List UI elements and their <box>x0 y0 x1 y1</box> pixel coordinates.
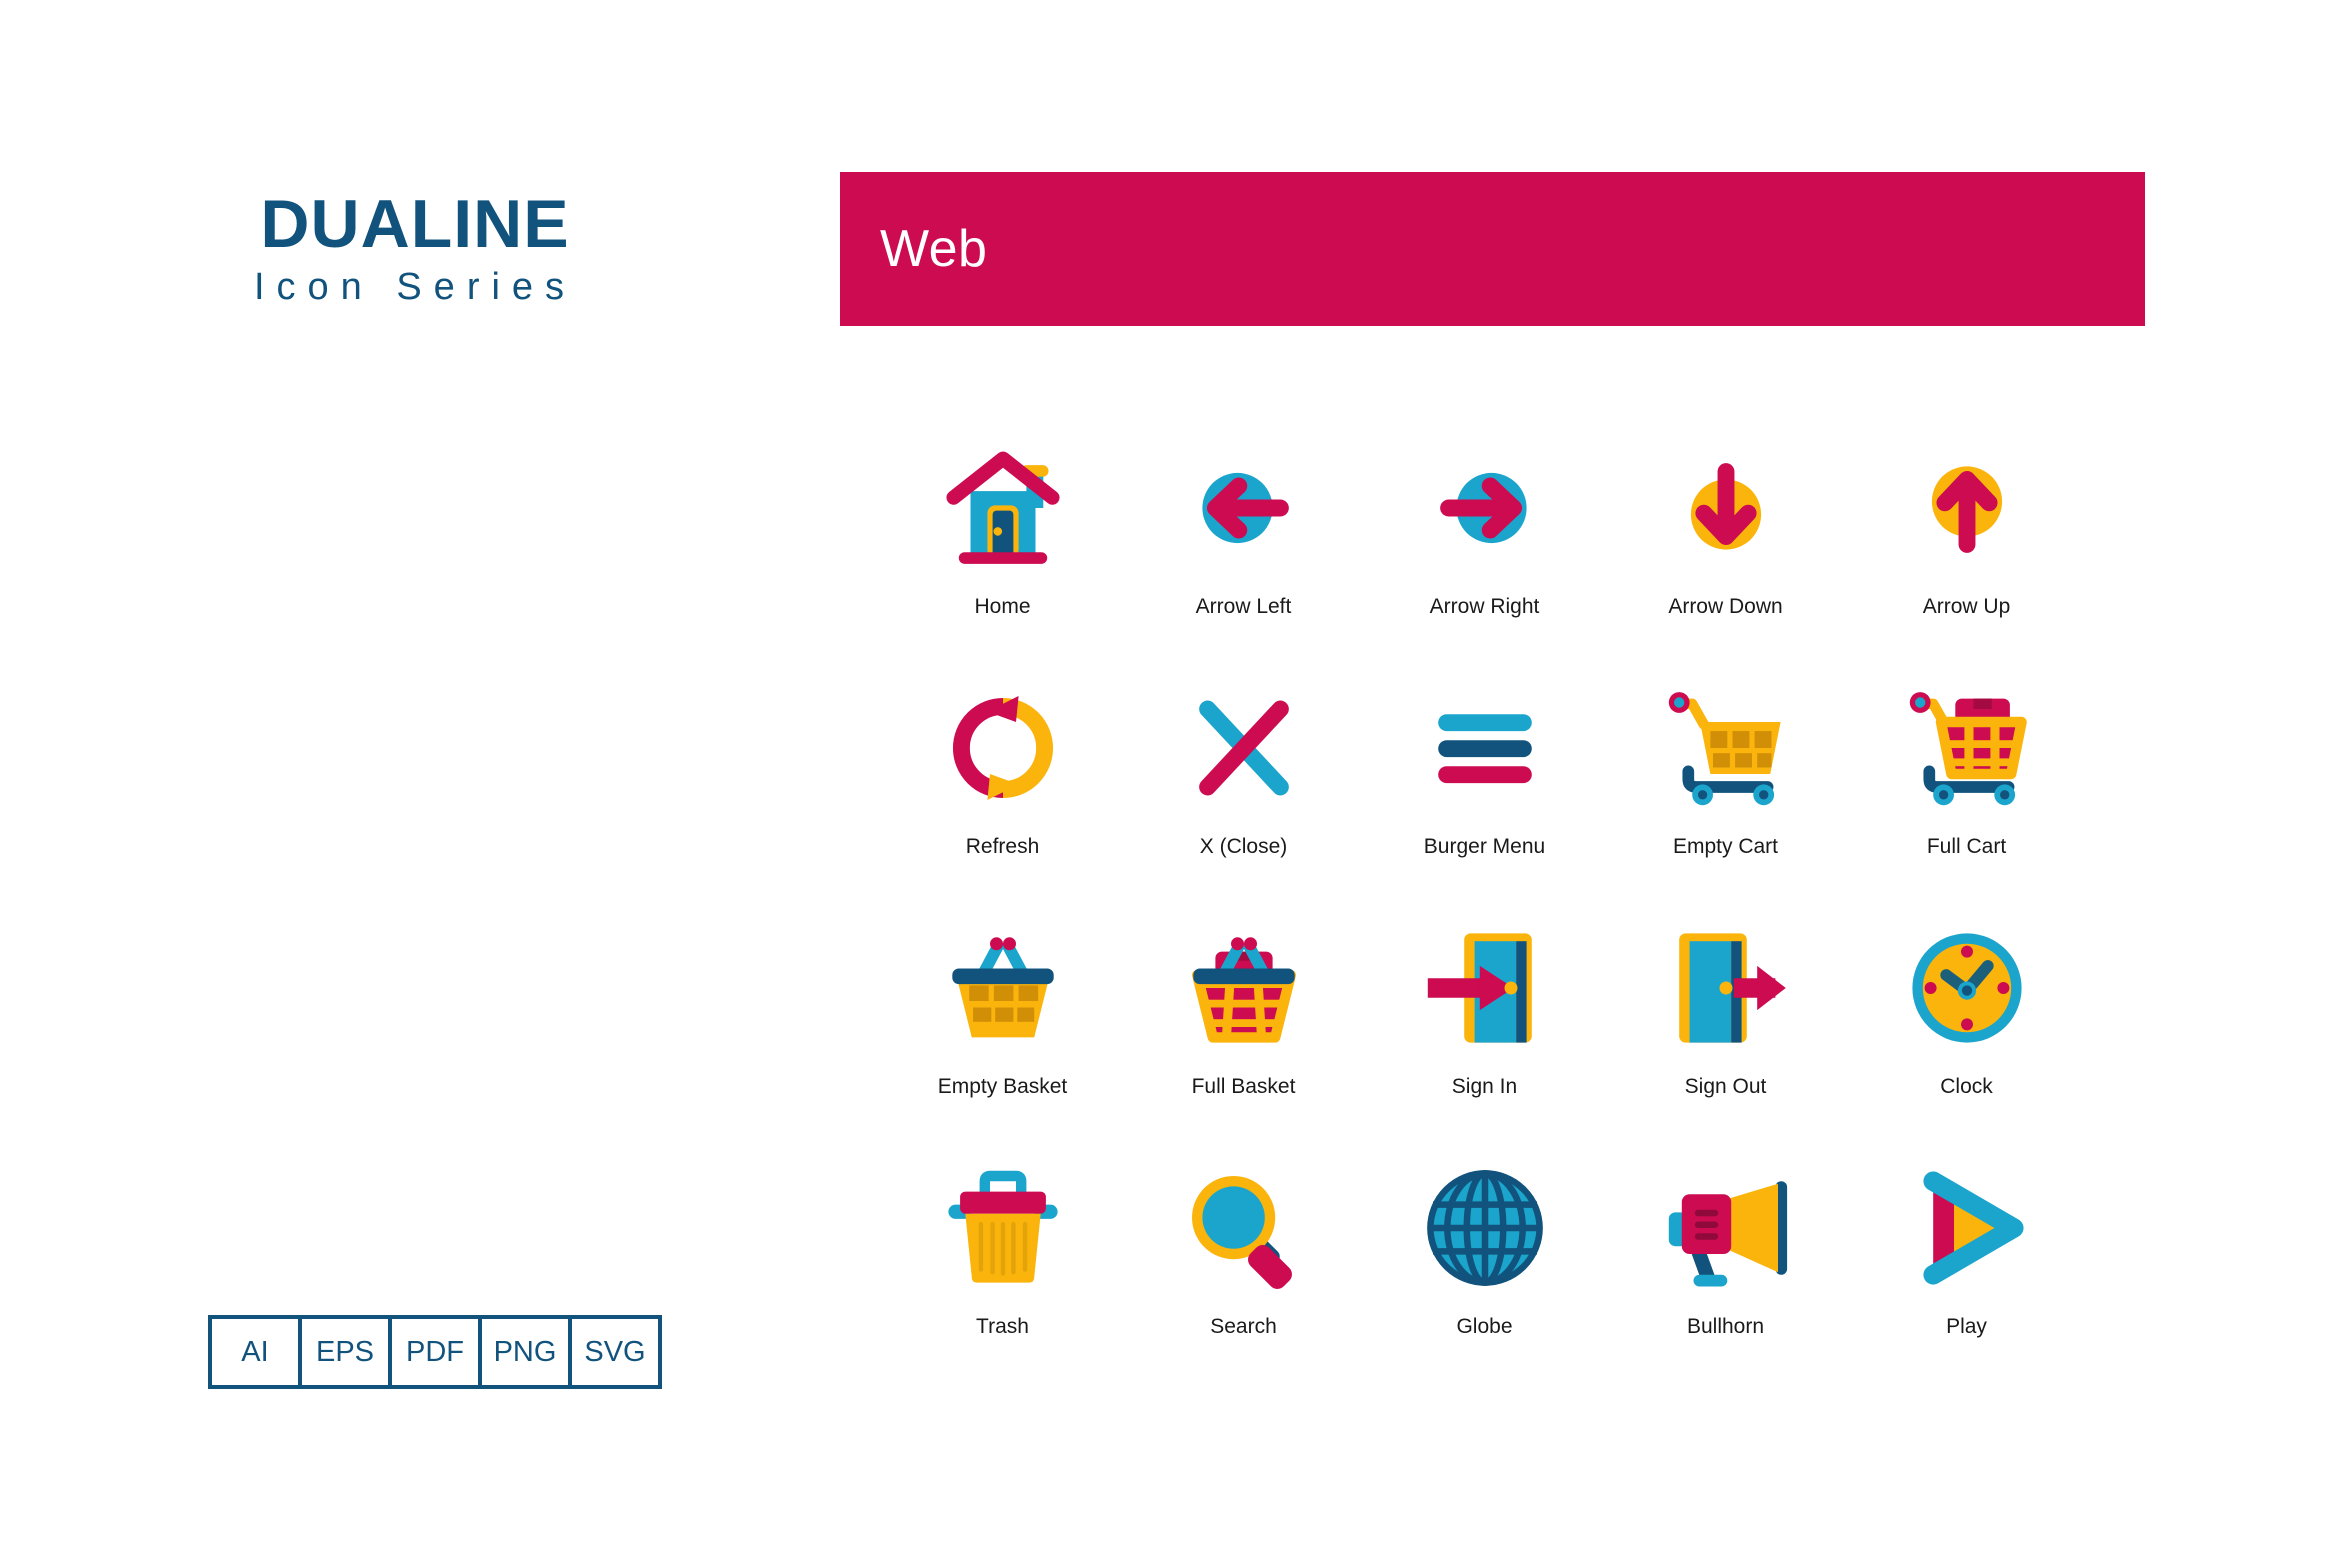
play-icon <box>1892 1150 2042 1305</box>
brand-logo: DUALINE Icon Series <box>200 190 630 306</box>
icon-cell-arrow-right[interactable]: Arrow Right <box>1364 430 1605 670</box>
icon-label: Full Cart <box>1926 835 2007 858</box>
icon-cell-arrow-up[interactable]: Arrow Up <box>1846 430 2087 670</box>
empty-basket-icon <box>928 910 1078 1065</box>
trash-icon <box>928 1150 1078 1305</box>
brand-subtitle: Icon Series <box>253 266 577 308</box>
icon-cell-full-basket[interactable]: Full Basket <box>1123 910 1364 1150</box>
arrow-up-icon <box>1892 430 2042 585</box>
format-badge-group: AI EPS PDF PNG SVG <box>208 1315 662 1389</box>
icon-label: Empty Cart <box>1672 835 1779 858</box>
icon-label: Full Basket <box>1191 1075 1296 1098</box>
icon-cell-refresh[interactable]: Refresh <box>882 670 1123 910</box>
icon-cell-empty-basket[interactable]: Empty Basket <box>882 910 1123 1150</box>
bullhorn-icon <box>1651 1150 1801 1305</box>
format-badge-pdf: PDF <box>392 1319 482 1385</box>
refresh-icon <box>928 670 1078 825</box>
burger-menu-icon <box>1410 670 1560 825</box>
search-icon <box>1169 1150 1319 1305</box>
icon-grid: Home Arrow Left Arrow Right Arrow Down A… <box>882 430 2087 1390</box>
home-icon <box>928 430 1078 585</box>
icon-cell-sign-in[interactable]: Sign In <box>1364 910 1605 1150</box>
arrow-right-icon <box>1410 430 1560 585</box>
icon-label: X (Close) <box>1199 835 1288 858</box>
arrow-left-icon <box>1169 430 1319 585</box>
sign-out-icon <box>1651 910 1801 1065</box>
icon-label: Bullhorn <box>1686 1315 1765 1338</box>
format-badge-ai: AI <box>212 1319 302 1385</box>
icon-label: Globe <box>1456 1315 1513 1338</box>
icon-label: Arrow Down <box>1668 595 1783 618</box>
icon-cell-bullhorn[interactable]: Bullhorn <box>1605 1150 1846 1390</box>
icon-cell-play[interactable]: Play <box>1846 1150 2087 1390</box>
format-badge-eps: EPS <box>302 1319 392 1385</box>
icon-label: Clock <box>1940 1075 1993 1098</box>
empty-cart-icon <box>1651 670 1801 825</box>
globe-icon <box>1410 1150 1560 1305</box>
icon-label: Search <box>1210 1315 1277 1338</box>
arrow-down-icon <box>1651 430 1801 585</box>
icon-label: Home <box>974 595 1031 618</box>
icon-label: Play <box>1946 1315 1987 1338</box>
icon-label: Arrow Right <box>1429 595 1540 618</box>
icon-cell-close[interactable]: X (Close) <box>1123 670 1364 910</box>
icon-cell-search[interactable]: Search <box>1123 1150 1364 1390</box>
icon-cell-sign-out[interactable]: Sign Out <box>1605 910 1846 1150</box>
icon-cell-burger-menu[interactable]: Burger Menu <box>1364 670 1605 910</box>
icon-cell-empty-cart[interactable]: Empty Cart <box>1605 670 1846 910</box>
icon-cell-full-cart[interactable]: Full Cart <box>1846 670 2087 910</box>
icon-cell-arrow-down[interactable]: Arrow Down <box>1605 430 1846 670</box>
icon-label: Arrow Left <box>1195 595 1292 618</box>
icon-cell-trash[interactable]: Trash <box>882 1150 1123 1390</box>
icon-cell-arrow-left[interactable]: Arrow Left <box>1123 430 1364 670</box>
icon-label: Trash <box>976 1315 1029 1338</box>
close-icon <box>1169 670 1319 825</box>
brand-title: DUALINE <box>260 186 570 262</box>
icon-showcase-panel: Web Home Arrow Left Arrow Right Arrow Do… <box>840 0 2340 1560</box>
icon-cell-globe[interactable]: Globe <box>1364 1150 1605 1390</box>
icon-label: Burger Menu <box>1423 835 1546 858</box>
format-badge-png: PNG <box>482 1319 572 1385</box>
full-cart-icon <box>1892 670 2042 825</box>
icon-label: Sign Out <box>1684 1075 1767 1098</box>
icon-label: Refresh <box>965 835 1040 858</box>
icon-label: Arrow Up <box>1922 595 2011 618</box>
full-basket-icon <box>1169 910 1319 1065</box>
icon-cell-home[interactable]: Home <box>882 430 1123 670</box>
category-banner: Web <box>840 172 2145 326</box>
icon-label: Sign In <box>1451 1075 1518 1098</box>
sign-in-icon <box>1410 910 1560 1065</box>
icon-cell-clock[interactable]: Clock <box>1846 910 2087 1150</box>
category-title: Web <box>880 220 988 278</box>
icon-label: Empty Basket <box>937 1075 1068 1098</box>
format-badge-svg: SVG <box>584 1335 646 1368</box>
clock-icon <box>1892 910 2042 1065</box>
brand-panel: DUALINE Icon Series AI EPS PDF PNG SVG <box>0 0 840 1560</box>
